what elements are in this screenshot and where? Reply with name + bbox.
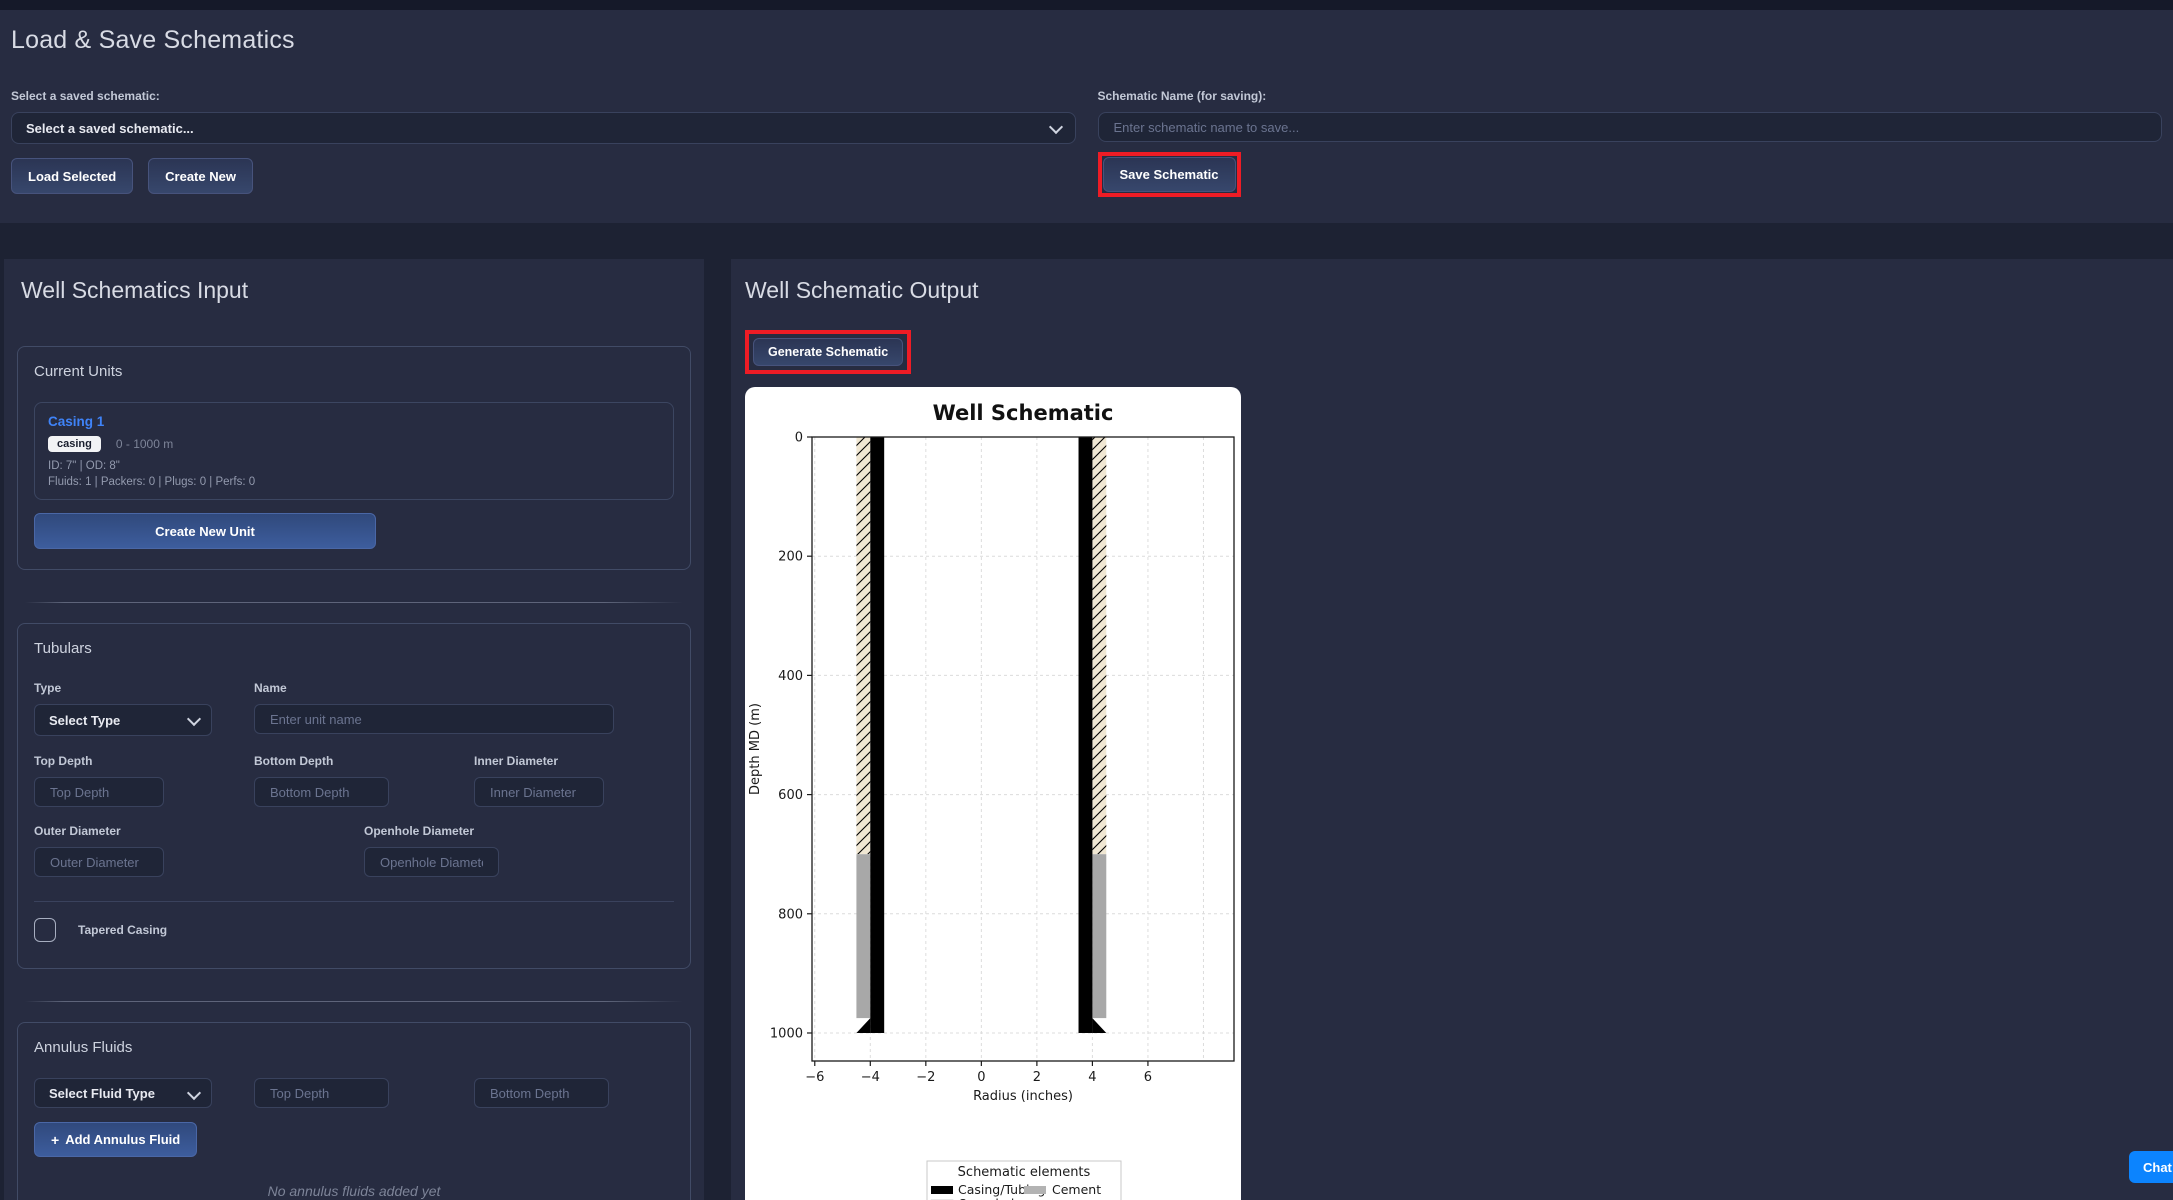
annulus-top-depth-input[interactable] bbox=[268, 1084, 375, 1102]
create-new-unit-button[interactable]: Create New Unit bbox=[34, 513, 376, 549]
annulus-top-depth-wrap bbox=[254, 1078, 389, 1108]
output-panel-title: Well Schematic Output bbox=[745, 277, 979, 303]
svg-text:4: 4 bbox=[1088, 1070, 1096, 1085]
current-units-card: Current Units Casing 1 casing 0 - 1000 m… bbox=[17, 346, 691, 570]
unit-type-badge: casing bbox=[48, 436, 101, 452]
svg-text:2: 2 bbox=[1033, 1070, 1041, 1085]
tubulars-title: Tubulars bbox=[34, 640, 92, 657]
saved-schematic-label: Select a saved schematic: bbox=[11, 89, 160, 103]
create-new-button[interactable]: Create New bbox=[148, 158, 253, 194]
main-content: Well Schematics Input Current Units Casi… bbox=[0, 223, 2173, 1200]
generate-schematic-highlight: Generate Schematic bbox=[745, 330, 912, 374]
load-selected-button[interactable]: Load Selected bbox=[11, 158, 134, 194]
unit-dimensions: ID: 7" | OD: 8" bbox=[48, 460, 120, 472]
outer-diameter-input[interactable] bbox=[48, 853, 150, 871]
top-strip bbox=[0, 0, 2173, 10]
annulus-bottom-depth-input[interactable] bbox=[488, 1084, 595, 1102]
top-depth-input-wrap bbox=[34, 777, 164, 807]
current-units-title: Current Units bbox=[34, 363, 123, 380]
bottom-depth-input[interactable] bbox=[268, 783, 375, 801]
input-panel-title: Well Schematics Input bbox=[21, 277, 249, 303]
save-schematic-button[interactable]: Save Schematic bbox=[1102, 157, 1236, 192]
well-schematics-input-panel: Well Schematics Input Current Units Casi… bbox=[4, 259, 704, 1200]
svg-text:Schematic elements: Schematic elements bbox=[958, 1165, 1091, 1180]
chevron-down-icon bbox=[186, 711, 202, 727]
unit-name[interactable]: Casing 1 bbox=[48, 414, 660, 429]
annulus-fluid-type-value: Select Fluid Type bbox=[49, 1085, 155, 1101]
top-depth-label: Top Depth bbox=[34, 754, 93, 768]
load-column: Select a saved schematic: Select a saved… bbox=[11, 89, 1076, 194]
svg-text:6: 6 bbox=[1144, 1070, 1152, 1085]
schematic-name-input-wrap bbox=[1097, 112, 2162, 142]
outer-diameter-input-wrap bbox=[34, 847, 164, 877]
type-label: Type bbox=[34, 681, 62, 695]
annulus-fluids-card: Annulus Fluids Select Fluid Type + A bbox=[17, 1022, 691, 1200]
app-root: Load & Save Schematics Select a saved sc… bbox=[0, 0, 2173, 1200]
svg-text:1000: 1000 bbox=[770, 1026, 803, 1041]
saved-schematic-select[interactable]: Select a saved schematic... bbox=[11, 112, 1076, 144]
svg-text:Depth MD (m): Depth MD (m) bbox=[748, 703, 763, 795]
svg-text:200: 200 bbox=[778, 550, 803, 565]
svg-text:Open hole: Open hole bbox=[958, 1196, 1022, 1200]
bottom-depth-label: Bottom Depth bbox=[254, 754, 334, 768]
schematic-name-label: Schematic Name (for saving): bbox=[1097, 89, 1267, 103]
annulus-fluids-title: Annulus Fluids bbox=[34, 1039, 133, 1056]
name-label: Name bbox=[254, 681, 287, 695]
openhole-diameter-label: Openhole Diameter bbox=[364, 824, 475, 838]
annulus-empty-message: No annulus fluids added yet bbox=[267, 1183, 441, 1199]
page-title: Load & Save Schematics bbox=[11, 26, 295, 54]
plus-icon: + bbox=[51, 1131, 60, 1148]
section-divider bbox=[25, 602, 683, 603]
svg-text:Well Schematic: Well Schematic bbox=[933, 401, 1114, 425]
tapered-casing-checkbox[interactable] bbox=[34, 918, 56, 942]
outer-diameter-label: Outer Diameter bbox=[34, 824, 121, 838]
inner-diameter-input-wrap bbox=[474, 777, 604, 807]
openhole-diameter-input[interactable] bbox=[378, 853, 485, 871]
add-annulus-fluid-label: Add Annulus Fluid bbox=[65, 1132, 181, 1147]
openhole-diameter-input-wrap bbox=[364, 847, 499, 877]
unit-name-input[interactable] bbox=[268, 710, 600, 728]
bottom-depth-input-wrap bbox=[254, 777, 389, 807]
svg-text:Cement: Cement bbox=[1052, 1182, 1101, 1197]
tapered-casing-label: Tapered Casing bbox=[78, 923, 168, 937]
tubular-type-select[interactable]: Select Type bbox=[34, 704, 212, 736]
svg-text:−2: −2 bbox=[916, 1070, 935, 1085]
top-depth-input[interactable] bbox=[48, 783, 150, 801]
unit-name-input-wrap bbox=[254, 704, 614, 734]
well-schematic-figure: −6 −4 −2 0 2 4 6 0 200 400 600 800 1000 Radius (inche… bbox=[745, 387, 1241, 1200]
svg-text:400: 400 bbox=[778, 669, 803, 684]
generate-schematic-button[interactable]: Generate Schematic bbox=[753, 338, 904, 366]
svg-text:Radius (inches): Radius (inches) bbox=[973, 1089, 1073, 1104]
chat-button[interactable]: Chat bbox=[2129, 1151, 2173, 1183]
load-save-section: Load & Save Schematics Select a saved sc… bbox=[0, 10, 2173, 223]
annulus-bottom-depth-wrap bbox=[474, 1078, 609, 1108]
tubular-type-select-value: Select Type bbox=[49, 712, 121, 728]
save-column: Schematic Name (for saving): Save Schema… bbox=[1097, 89, 2162, 197]
tubulars-card: Tubulars Type Select Type Name Enter uni… bbox=[17, 623, 691, 969]
inner-diameter-label: Inner Diameter bbox=[474, 754, 559, 768]
saved-schematic-select-value: Select a saved schematic... bbox=[26, 120, 194, 136]
unit-card-casing-1[interactable]: Casing 1 casing 0 - 1000 m ID: 7" | OD: … bbox=[34, 402, 674, 500]
save-schematic-highlight: Save Schematic bbox=[1097, 152, 1241, 197]
schematic-name-input[interactable] bbox=[1111, 118, 2148, 136]
svg-text:−6: −6 bbox=[805, 1070, 824, 1085]
tubulars-divider bbox=[34, 901, 674, 902]
svg-text:0: 0 bbox=[977, 1070, 985, 1085]
svg-text:0: 0 bbox=[795, 431, 803, 446]
well-schematic-chart: −6 −4 −2 0 2 4 6 0 200 400 600 800 1000 Radius (inche… bbox=[748, 401, 1235, 1200]
annulus-fluid-type-select[interactable]: Select Fluid Type bbox=[34, 1078, 212, 1108]
chevron-down-icon bbox=[1048, 119, 1063, 135]
svg-text:600: 600 bbox=[778, 788, 803, 803]
svg-text:−4: −4 bbox=[861, 1070, 880, 1085]
svg-text:800: 800 bbox=[778, 907, 803, 922]
chevron-down-icon bbox=[186, 1085, 202, 1101]
unit-counts: Fluids: 1 | Packers: 0 | Plugs: 0 | Perf… bbox=[48, 476, 256, 488]
well-schematic-output-panel: Well Schematic Output Generate Schematic… bbox=[731, 259, 2173, 1200]
section-divider bbox=[25, 1001, 683, 1002]
add-annulus-fluid-button[interactable]: + Add Annulus Fluid bbox=[34, 1122, 198, 1157]
inner-diameter-input[interactable] bbox=[488, 783, 590, 801]
unit-depth-range: 0 - 1000 m bbox=[115, 437, 174, 451]
